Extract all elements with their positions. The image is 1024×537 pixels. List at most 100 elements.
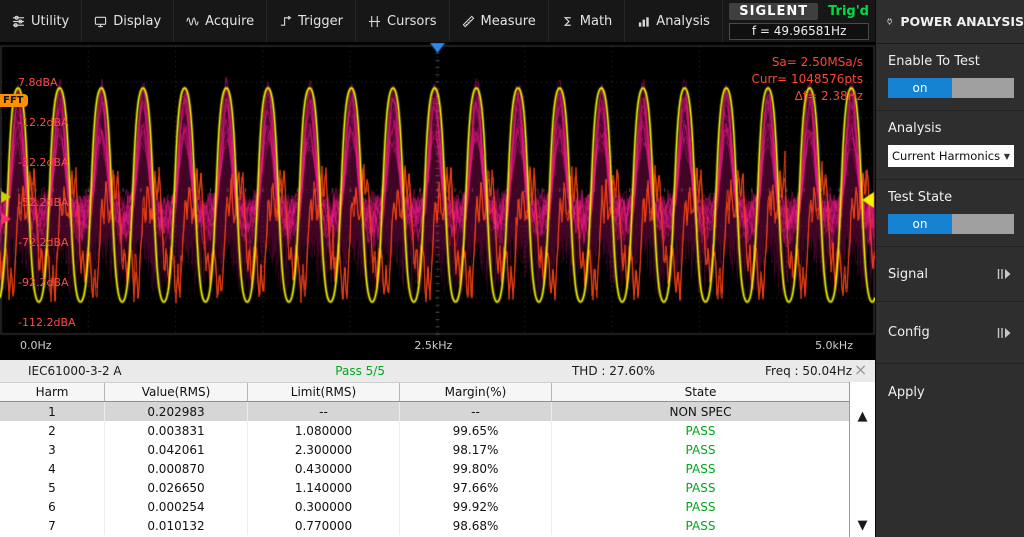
- fft-channel-badge[interactable]: FFT: [0, 94, 28, 107]
- menu-utility-label: Utility: [31, 14, 69, 29]
- table-row[interactable]: 70.0101320.77000098.68%PASS: [0, 516, 849, 535]
- menu-measure-label: Measure: [481, 14, 536, 29]
- cell-harm: 3: [0, 440, 105, 459]
- cell-harm: 1: [0, 402, 105, 421]
- signal-label: Signal: [888, 267, 928, 282]
- fft-scale-label: -72.2dBA: [18, 236, 69, 249]
- cell-state: NON SPEC: [552, 402, 849, 421]
- table-row[interactable]: 30.0420612.30000098.17%PASS: [0, 440, 849, 459]
- sidebar-header: POWER ANALYSIS: [876, 0, 1024, 44]
- menu-trigger[interactable]: Trigger: [267, 0, 356, 42]
- standard-label: IEC61000-3-2 A: [28, 364, 210, 378]
- memory-points: Curr= 1048576pts: [751, 71, 863, 88]
- config-label: Config: [888, 325, 930, 340]
- cell-limitrms: 1.140000: [248, 478, 400, 497]
- fft-scale-label: -112.2dBA: [18, 316, 76, 329]
- menu-math[interactable]: Math: [549, 0, 626, 42]
- cell-valuerms: 0.042061: [105, 440, 248, 459]
- menu-bar: Utility Display Acquire Trigger: [0, 0, 875, 42]
- test-state-label: Test State: [888, 190, 1012, 205]
- cell-harm: 2: [0, 421, 105, 440]
- menu-analysis[interactable]: Analysis: [625, 0, 723, 42]
- menu-measure[interactable]: Measure: [450, 0, 549, 42]
- cell-valuerms: 0.000254: [105, 497, 248, 516]
- cell-margin: 97.66%: [400, 478, 552, 497]
- test-state-section: Test State on: [876, 180, 1024, 247]
- fft-scale-label: -52.2dBA: [18, 196, 69, 209]
- menu-utility[interactable]: Utility: [0, 0, 82, 42]
- utility-icon: [12, 15, 25, 28]
- freq-axis-center: 2.5kHz: [414, 339, 452, 352]
- menu-cursors[interactable]: Cursors: [356, 0, 450, 42]
- freq-axis-start: 0.0Hz: [20, 339, 52, 352]
- menu-math-label: Math: [580, 14, 613, 29]
- cell-harm: 6: [0, 497, 105, 516]
- config-menu-item[interactable]: Config: [876, 302, 1024, 364]
- header-value: Value(RMS): [105, 383, 248, 401]
- oscilloscope-screen: Utility Display Acquire Trigger: [0, 0, 1024, 537]
- cell-valuerms: 0.026650: [105, 478, 248, 497]
- menu-trigger-label: Trigger: [298, 14, 343, 29]
- apply-button[interactable]: Apply: [876, 364, 1024, 420]
- left-column: Utility Display Acquire Trigger: [0, 0, 875, 537]
- test-state-toggle-value: on: [888, 214, 952, 234]
- cell-valuerms: 0.010132: [105, 516, 248, 535]
- waveform-area: FFT 7.8dBA -12.2dBA -32.2dBA -52.2dBA -7…: [0, 42, 875, 360]
- scroll-down-icon[interactable]: ▼: [850, 513, 875, 537]
- frequency-readout: f = 49.96581Hz: [729, 23, 869, 40]
- cell-state: PASS: [552, 421, 849, 440]
- header-state: State: [552, 383, 849, 401]
- header-margin: Margin(%): [400, 383, 552, 401]
- harmonics-rows: 10.202983----NON SPEC20.0038311.08000099…: [0, 402, 849, 535]
- analysis-dropdown[interactable]: Current Harmonics ▼: [888, 145, 1014, 167]
- table-row[interactable]: 40.0008700.43000099.80%PASS: [0, 459, 849, 478]
- measure-icon: [462, 15, 475, 28]
- cell-state: PASS: [552, 497, 849, 516]
- cell-limitrms: 2.300000: [248, 440, 400, 459]
- cell-state: PASS: [552, 478, 849, 497]
- table-row[interactable]: 60.0002540.30000099.92%PASS: [0, 497, 849, 516]
- cell-valuerms: 0.000870: [105, 459, 248, 478]
- analysis-icon: [637, 15, 650, 28]
- cell-valuerms: 0.202983: [105, 402, 248, 421]
- cell-limitrms: 0.300000: [248, 497, 400, 516]
- menu-acquire[interactable]: Acquire: [174, 0, 267, 42]
- cursors-icon: [368, 15, 381, 28]
- cell-limitrms: 1.080000: [248, 421, 400, 440]
- table-row[interactable]: 50.0266501.14000097.66%PASS: [0, 478, 849, 497]
- cell-state: PASS: [552, 440, 849, 459]
- scroll-up-icon[interactable]: ▲: [850, 404, 875, 428]
- cell-margin: 99.80%: [400, 459, 552, 478]
- siglent-logo: SIGLENT: [729, 3, 818, 20]
- enable-label: Enable To Test: [888, 54, 1012, 69]
- header-harm: Harm: [0, 383, 105, 401]
- expand-arrow-icon: [997, 268, 1012, 280]
- cell-margin: 98.17%: [400, 440, 552, 459]
- trigger-icon: [279, 15, 292, 28]
- table-row[interactable]: 10.202983----NON SPEC: [0, 402, 849, 421]
- frequency-axis: 0.0Hz 2.5kHz 5.0kHz: [0, 339, 875, 352]
- table-scrollbar[interactable]: ▲ ▼: [849, 382, 875, 537]
- cell-margin: 99.65%: [400, 421, 552, 440]
- acquire-icon: [186, 15, 199, 28]
- test-state-toggle[interactable]: on: [888, 214, 1014, 234]
- menu-cursors-label: Cursors: [387, 14, 437, 29]
- expand-arrow-icon: [997, 327, 1012, 339]
- pass-summary: Pass 5/5: [335, 364, 385, 378]
- power-plug-icon: [886, 14, 893, 29]
- menu-analysis-label: Analysis: [656, 14, 710, 29]
- cell-state: PASS: [552, 516, 849, 535]
- cell-limitrms: 0.770000: [248, 516, 400, 535]
- signal-menu-item[interactable]: Signal: [876, 247, 1024, 302]
- close-icon[interactable]: ×: [852, 362, 869, 380]
- fft-scale-label: -32.2dBA: [18, 156, 69, 169]
- thd-readout: THD : 27.60%: [572, 364, 655, 378]
- delta-f: Δf= 2.38Hz: [751, 88, 863, 105]
- menu-display-label: Display: [113, 14, 161, 29]
- analysis-section: Analysis Current Harmonics ▼: [876, 111, 1024, 180]
- menu-display[interactable]: Display: [82, 0, 174, 42]
- waveform-display[interactable]: [0, 42, 875, 360]
- cell-harm: 7: [0, 516, 105, 535]
- enable-toggle[interactable]: on: [888, 78, 1014, 98]
- table-row[interactable]: 20.0038311.08000099.65%PASS: [0, 421, 849, 440]
